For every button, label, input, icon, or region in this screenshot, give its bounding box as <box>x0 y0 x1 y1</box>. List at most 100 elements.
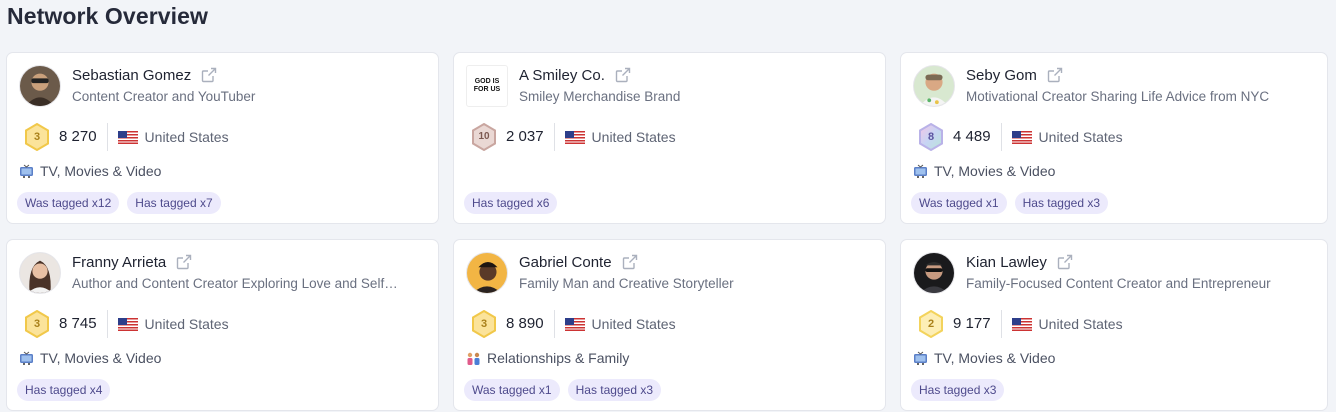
country: United States <box>564 316 676 332</box>
tv-icon <box>19 164 34 179</box>
us-flag-icon <box>564 130 585 144</box>
creator-card[interactable]: Kian Lawley Family-Focused Content Creat… <box>900 239 1328 411</box>
external-link-icon[interactable] <box>1046 66 1064 84</box>
level-badge: 3 <box>470 310 498 338</box>
us-flag-icon <box>117 317 138 331</box>
creator-name[interactable]: Gabriel Conte <box>519 254 612 271</box>
external-link-icon[interactable] <box>200 66 218 84</box>
country-name: United States <box>591 129 676 145</box>
tag-chip[interactable]: Has tagged x4 <box>17 379 111 401</box>
creator-card[interactable]: Gabriel Conte Family Man and Creative St… <box>453 239 886 411</box>
tag-chip[interactable]: Was tagged x1 <box>911 192 1007 214</box>
avatar[interactable] <box>19 65 61 107</box>
level-number: 3 <box>33 131 41 143</box>
creator-stats: 3 8 890 United States <box>470 310 676 338</box>
category-label: TV, Movies & Video <box>934 350 1056 366</box>
us-flag-icon <box>1011 130 1032 144</box>
page-title: Network Overview <box>7 3 209 29</box>
creator-card[interactable]: Franny Arrieta Author and Content Creato… <box>6 239 439 411</box>
country: United States <box>117 316 229 332</box>
level-number: 10 <box>478 131 490 142</box>
creator-description: Author and Content Creator Exploring Lov… <box>72 276 398 291</box>
category-label: TV, Movies & Video <box>40 350 162 366</box>
category: TV, Movies & Video <box>19 350 161 366</box>
country-name: United States <box>144 316 229 332</box>
follower-count: 2 037 <box>506 123 555 151</box>
tag-chip[interactable]: Has tagged x3 <box>1014 192 1108 214</box>
country: United States <box>117 129 229 145</box>
tag-chip[interactable]: Has tagged x3 <box>567 379 661 401</box>
family-icon <box>466 351 481 366</box>
creator-name[interactable]: Sebastian Gomez <box>72 67 191 84</box>
follower-count: 9 177 <box>953 310 1002 338</box>
us-flag-icon <box>564 317 585 331</box>
avatar[interactable] <box>19 252 61 294</box>
creator-stats: 3 8 745 United States <box>23 310 229 338</box>
level-badge: 10 <box>470 123 498 151</box>
creator-name[interactable]: A Smiley Co. <box>519 67 605 84</box>
tv-icon <box>19 351 34 366</box>
creator-name[interactable]: Franny Arrieta <box>72 254 166 271</box>
tag-chip[interactable]: Has tagged x3 <box>911 379 1005 401</box>
creator-description: Family-Focused Content Creator and Entre… <box>966 276 1271 291</box>
category: Relationships & Family <box>466 350 629 366</box>
level-number: 3 <box>33 318 41 330</box>
external-link-icon[interactable] <box>175 253 193 271</box>
follower-count: 8 745 <box>59 310 108 338</box>
tag-list: Was tagged x1 Has tagged x3 <box>911 192 1108 214</box>
creator-description: Motivational Creator Sharing Life Advice… <box>966 89 1270 104</box>
creator-card[interactable]: Seby Gom Motivational Creator Sharing Li… <box>900 52 1328 224</box>
network-grid: Sebastian Gomez Content Creator and YouT… <box>6 52 1328 411</box>
level-number: 2 <box>927 318 935 330</box>
creator-description: Family Man and Creative Storyteller <box>519 276 734 291</box>
creator-stats: 2 9 177 United States <box>917 310 1123 338</box>
category: TV, Movies & Video <box>913 350 1055 366</box>
creator-name[interactable]: Kian Lawley <box>966 254 1047 271</box>
tag-list: Has tagged x3 <box>911 379 1005 401</box>
external-link-icon[interactable] <box>614 66 632 84</box>
external-link-icon[interactable] <box>1056 253 1074 271</box>
follower-count: 8 890 <box>506 310 555 338</box>
country-name: United States <box>591 316 676 332</box>
tag-chip[interactable]: Was tagged x12 <box>17 192 120 214</box>
creator-card[interactable]: Sebastian Gomez Content Creator and YouT… <box>6 52 439 224</box>
avatar[interactable] <box>466 252 508 294</box>
tag-chip[interactable]: Has tagged x6 <box>464 192 558 214</box>
tv-icon <box>913 164 928 179</box>
creator-stats: 10 2 037 United States <box>470 123 676 151</box>
tag-chip[interactable]: Was tagged x1 <box>464 379 560 401</box>
avatar[interactable] <box>913 65 955 107</box>
tv-icon <box>913 351 928 366</box>
creator-description: Content Creator and YouTuber <box>72 89 256 104</box>
creator-card[interactable]: GOD IS FOR US A Smiley Co. Smiley Mercha… <box>453 52 886 224</box>
country: United States <box>1011 316 1123 332</box>
follower-count: 4 489 <box>953 123 1002 151</box>
level-badge: 3 <box>23 123 51 151</box>
country: United States <box>564 129 676 145</box>
tag-list: Was tagged x12 Has tagged x7 <box>17 192 221 214</box>
creator-description: Smiley Merchandise Brand <box>519 89 681 104</box>
tag-list: Has tagged x4 <box>17 379 111 401</box>
avatar[interactable] <box>913 252 955 294</box>
category: TV, Movies & Video <box>913 163 1055 179</box>
logo-text: GOD IS FOR US <box>473 78 501 93</box>
tag-chip[interactable]: Has tagged x7 <box>127 192 221 214</box>
level-number: 8 <box>927 131 935 143</box>
category: TV, Movies & Video <box>19 163 161 179</box>
category-label: Relationships & Family <box>487 350 630 366</box>
us-flag-icon <box>1011 317 1032 331</box>
level-badge: 2 <box>917 310 945 338</box>
level-badge: 8 <box>917 123 945 151</box>
external-link-icon[interactable] <box>621 253 639 271</box>
tag-list: Was tagged x1 Has tagged x3 <box>464 379 661 401</box>
creator-name[interactable]: Seby Gom <box>966 67 1037 84</box>
creator-stats: 8 4 489 United States <box>917 123 1123 151</box>
country-name: United States <box>1038 129 1123 145</box>
follower-count: 8 270 <box>59 123 108 151</box>
category-label: TV, Movies & Video <box>40 163 162 179</box>
brand-logo[interactable]: GOD IS FOR US <box>466 65 508 107</box>
level-number: 3 <box>480 318 488 330</box>
level-badge: 3 <box>23 310 51 338</box>
country-name: United States <box>1038 316 1123 332</box>
category-label: TV, Movies & Video <box>934 163 1056 179</box>
